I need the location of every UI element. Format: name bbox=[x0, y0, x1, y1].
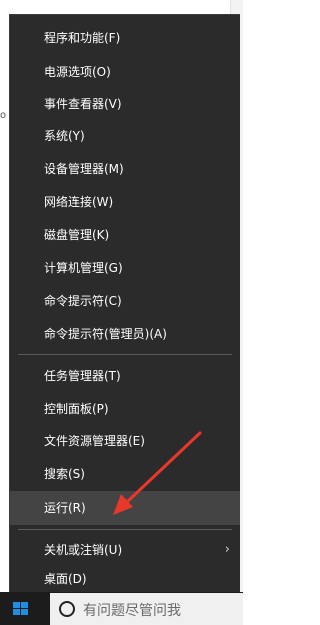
menu-item-shutdown-signout[interactable]: 关机或注销(U) › bbox=[10, 533, 240, 567]
menu-item-label: 系统(Y) bbox=[44, 129, 85, 143]
menu-item-label: 控制面板(P) bbox=[44, 402, 109, 416]
menu-item-label: 任务管理器(T) bbox=[44, 369, 121, 383]
menu-item-label: 电源选项(O) bbox=[44, 65, 111, 79]
menu-item-label: 命令提示符(管理员)(A) bbox=[44, 327, 167, 341]
menu-separator bbox=[18, 354, 232, 355]
search-placeholder: 有问题尽管问我 bbox=[83, 603, 181, 619]
menu-item-label: 搜索(S) bbox=[44, 467, 85, 481]
menu-item-label: 计算机管理(G) bbox=[44, 261, 123, 275]
menu-item-label: 命令提示符(C) bbox=[44, 294, 122, 308]
menu-item-command-prompt-admin[interactable]: 命令提示符(管理员)(A) bbox=[10, 317, 240, 351]
menu-separator bbox=[18, 529, 232, 530]
menu-item-label: 关机或注销(U) bbox=[44, 543, 123, 557]
menu-item-search[interactable]: 搜索(S) bbox=[10, 457, 240, 491]
chevron-right-icon: › bbox=[224, 542, 230, 557]
menu-item-device-manager[interactable]: 设备管理器(M) bbox=[10, 152, 240, 186]
menu-item-label: 程序和功能(F) bbox=[44, 31, 121, 45]
winx-context-menu: 程序和功能(F) 电源选项(O) 事件查看器(V) 系统(Y) 设备管理器(M)… bbox=[9, 14, 240, 592]
menu-item-programs-features[interactable]: 程序和功能(F) bbox=[10, 21, 240, 55]
cortana-circle-icon bbox=[59, 601, 75, 617]
menu-item-run[interactable]: 运行(R) bbox=[10, 491, 240, 525]
taskbar-search-box[interactable]: 有问题尽管问我 bbox=[50, 593, 243, 625]
menu-item-event-viewer[interactable]: 事件查看器(V) bbox=[10, 87, 240, 121]
menu-item-disk-management[interactable]: 磁盘管理(K) bbox=[10, 218, 240, 252]
menu-item-control-panel[interactable]: 控制面板(P) bbox=[10, 392, 240, 426]
menu-item-power-options[interactable]: 电源选项(O) bbox=[10, 55, 240, 89]
menu-item-desktop[interactable]: 桌面(D) bbox=[10, 565, 240, 593]
menu-item-label: 文件资源管理器(E) bbox=[44, 434, 145, 448]
menu-item-command-prompt[interactable]: 命令提示符(C) bbox=[10, 284, 240, 318]
menu-item-label: 事件查看器(V) bbox=[44, 97, 122, 111]
menu-item-label: 桌面(D) bbox=[44, 572, 87, 586]
taskbar: 有问题尽管问我 bbox=[0, 592, 243, 625]
background-text: o bbox=[0, 110, 7, 121]
menu-item-label: 运行(R) bbox=[44, 501, 86, 515]
menu-item-computer-management[interactable]: 计算机管理(G) bbox=[10, 251, 240, 285]
menu-item-task-manager[interactable]: 任务管理器(T) bbox=[10, 359, 240, 393]
menu-item-network-connections[interactable]: 网络连接(W) bbox=[10, 185, 240, 219]
menu-item-file-explorer[interactable]: 文件资源管理器(E) bbox=[10, 424, 240, 458]
menu-item-label: 设备管理器(M) bbox=[44, 162, 124, 176]
menu-item-system[interactable]: 系统(Y) bbox=[10, 119, 240, 153]
menu-item-label: 磁盘管理(K) bbox=[44, 228, 110, 242]
menu-item-label: 网络连接(W) bbox=[44, 195, 114, 209]
windows-logo-icon[interactable] bbox=[13, 602, 29, 616]
